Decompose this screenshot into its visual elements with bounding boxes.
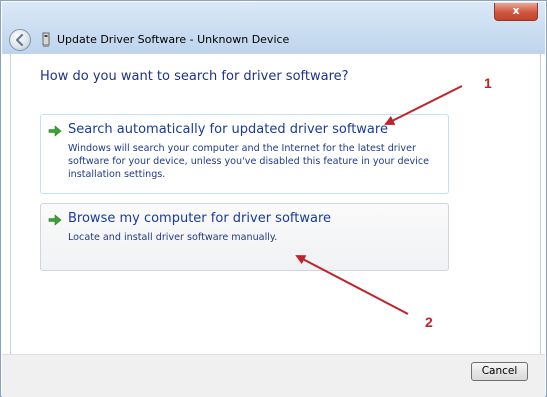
option-title: Browse my computer for driver software: [68, 211, 331, 226]
footer-bar: [2, 354, 545, 397]
close-button[interactable]: x: [494, 3, 538, 21]
dialog-window: x Update Driver Software - Unknown Devic…: [0, 0, 547, 397]
close-icon: x: [512, 4, 520, 17]
option-title: Search automatically for updated driver …: [68, 122, 388, 137]
green-arrow-icon: [48, 214, 62, 226]
search-automatically-option[interactable]: Search automatically for updated driver …: [40, 114, 449, 194]
option-description: Windows will search your computer and th…: [68, 143, 429, 180]
back-button[interactable]: [9, 29, 31, 51]
browse-computer-option[interactable]: Browse my computer for driver software L…: [40, 203, 449, 271]
option-description: Locate and install driver software manua…: [68, 232, 278, 243]
annotation-label-1: 1: [484, 75, 492, 91]
green-arrow-icon: [48, 125, 62, 137]
page-heading: How do you want to search for driver sof…: [40, 69, 349, 84]
cancel-button[interactable]: Cancel: [471, 362, 528, 381]
window-title: Update Driver Software - Unknown Device: [57, 33, 290, 46]
annotation-label-2: 2: [425, 314, 433, 330]
device-icon: [42, 32, 50, 47]
back-arrow-icon: [15, 33, 24, 47]
title-bar: x Update Driver Software - Unknown Devic…: [2, 2, 545, 54]
